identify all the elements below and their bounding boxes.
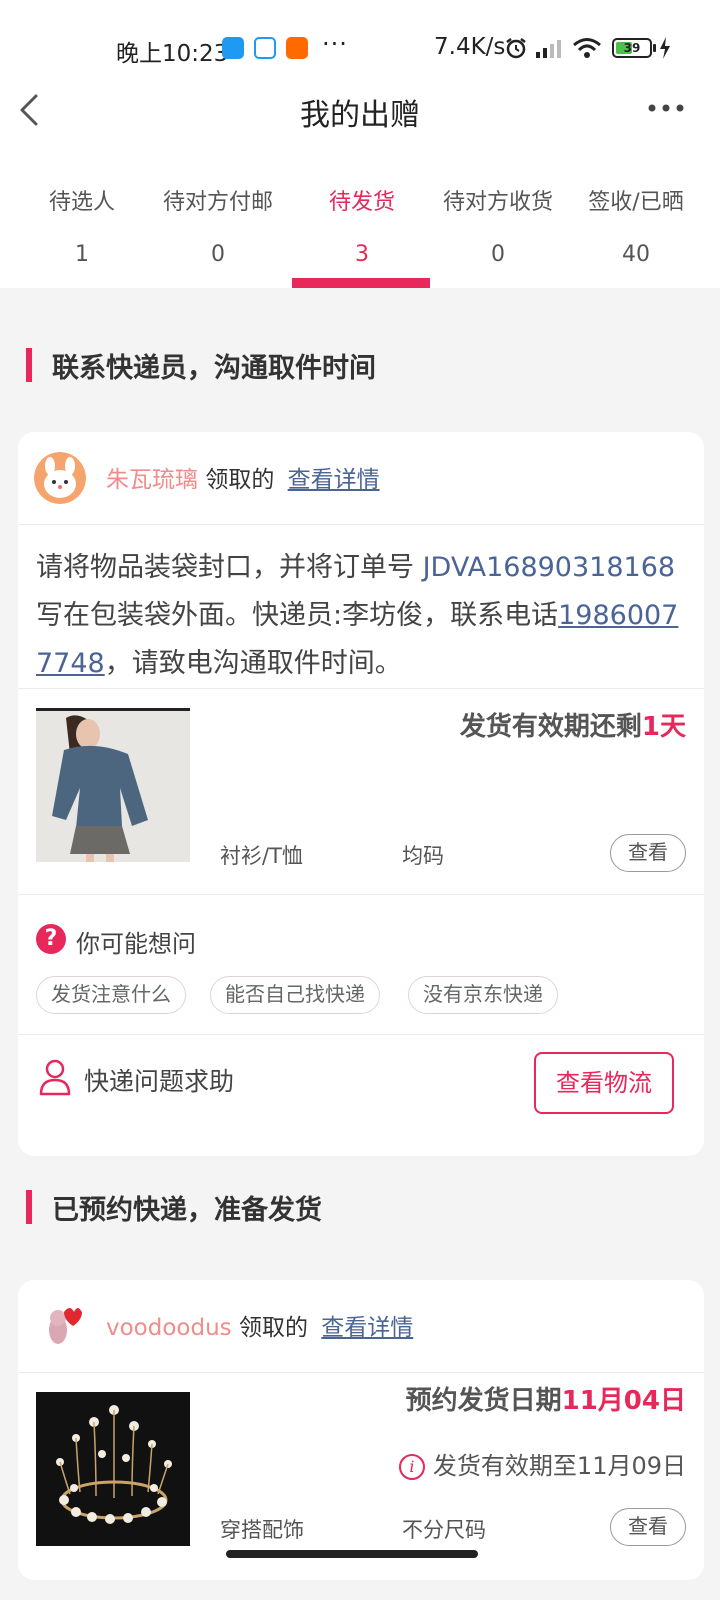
top-navigation-bar: 我的出赠: [0, 66, 720, 156]
battery-level: 39: [623, 41, 641, 55]
reserved-shipping-date: 预约发货日期11月04日: [406, 1380, 686, 1417]
page-title: 我的出赠: [300, 98, 420, 133]
divider: [18, 1034, 704, 1035]
app-notification-icon: [222, 37, 244, 59]
home-indicator[interactable]: [226, 1550, 478, 1558]
faq-chip[interactable]: 没有京东快递: [408, 976, 558, 1014]
section-title: 已预约快递，准备发货: [52, 1195, 322, 1226]
instruction-text: ，请致电沟通取件时间。: [104, 648, 402, 679]
tab-count: 0: [491, 242, 505, 267]
instruction-text: 请将物品装袋封口，并将订单号: [36, 552, 423, 583]
alarm-icon: [506, 38, 526, 59]
status-time: 晚上10:23: [116, 41, 229, 67]
product-image[interactable]: [36, 1392, 190, 1546]
shipping-validity: i 发货有效期至11月09日: [398, 1446, 686, 1481]
more-notifications-icon: ···: [322, 30, 348, 58]
view-product-button[interactable]: 查看: [610, 1508, 686, 1546]
tab-label: 签收/已晒: [588, 190, 684, 215]
section-accent-bar: [26, 348, 32, 382]
recipient-name[interactable]: voodoodus: [106, 1315, 232, 1341]
info-icon: i: [398, 1454, 425, 1480]
product-size: 均码: [402, 844, 444, 868]
avatar[interactable]: [34, 1300, 86, 1352]
divider: [18, 688, 704, 689]
tab-label: 待对方收货: [442, 190, 553, 215]
active-tab-indicator: [292, 278, 430, 288]
product-image[interactable]: [36, 708, 190, 862]
tab-count: 1: [75, 242, 89, 267]
recipient-row: 朱瓦琉璃 领取的 查看详情: [18, 432, 704, 524]
divider: [18, 524, 704, 525]
faq-title: 你可能想问: [76, 930, 196, 958]
recipient-name[interactable]: 朱瓦琉璃: [106, 467, 198, 493]
recipient-line: voodoodus 领取的 查看详情: [106, 1308, 413, 1342]
deadline-days: 1天: [641, 712, 686, 742]
tab-pending-select[interactable]: 待选人 1: [12, 184, 152, 267]
received-label: 领取的: [205, 467, 275, 493]
avatar[interactable]: [34, 452, 86, 504]
tab-pending-postage[interactable]: 待对方付邮 0: [148, 184, 288, 267]
status-tabs: 待选人 1 待对方付邮 0 待发货 3 待对方收货 0 签收/已晒 40: [0, 156, 720, 288]
wifi-icon: [573, 38, 601, 58]
section-accent-bar: [26, 1190, 32, 1224]
recipient-line: 朱瓦琉璃 领取的 查看详情: [106, 460, 380, 494]
tab-count: 3: [355, 242, 369, 267]
person-help-icon: [39, 1059, 71, 1096]
divider: [18, 894, 704, 895]
view-details-link[interactable]: 查看详情: [288, 467, 380, 493]
shipment-card: 朱瓦琉璃 领取的 查看详情 请将物品装袋封口，并将订单号 JDVA1689031…: [18, 432, 704, 1156]
view-product-button[interactable]: 查看: [610, 834, 686, 872]
shipment-card: voodoodus 领取的 查看详情 预约发货日期11月04日 i 发货有效期至…: [18, 1280, 704, 1580]
deadline-label: 发货有效期还剩: [459, 712, 642, 742]
app-notification-icon: [254, 37, 276, 59]
signal-icon: [536, 40, 561, 58]
view-logistics-button[interactable]: 查看物流: [534, 1052, 674, 1114]
battery-icon: 39: [612, 38, 656, 58]
product-size: 不分尺码: [402, 1518, 486, 1542]
received-label: 领取的: [238, 1315, 308, 1341]
more-dots-icon[interactable]: [646, 102, 686, 114]
reserve-label: 预约发货日期: [405, 1386, 562, 1416]
order-number[interactable]: JDVA16890318168: [423, 552, 675, 583]
tab-label: 待发货: [328, 190, 395, 215]
tab-pending-shipment[interactable]: 待发货 3: [292, 184, 432, 267]
divider: [18, 1372, 704, 1373]
validity-text: 发货有效期至11月09日: [432, 1452, 686, 1480]
instruction-text: 写在包装袋外面。快递员:李坊俊，联系电话: [36, 600, 559, 631]
tab-signed-shared[interactable]: 签收/已晒 40: [566, 184, 706, 267]
shipping-deadline: 发货有效期还剩1天: [460, 706, 686, 743]
tab-count: 0: [211, 242, 225, 267]
tab-count: 40: [622, 242, 650, 267]
tab-label: 待选人: [48, 190, 115, 215]
product-category: 衬衫/T恤: [220, 844, 303, 868]
view-details-link[interactable]: 查看详情: [321, 1315, 413, 1341]
courier-help-link[interactable]: 快递问题求助: [84, 1062, 234, 1098]
section-title: 联系快递员，沟通取件时间: [52, 353, 376, 384]
charging-icon: [660, 37, 670, 59]
recipient-row: voodoodus 领取的 查看详情: [18, 1280, 704, 1372]
product-category: 穿搭配饰: [220, 1518, 304, 1542]
question-mark-icon: ?: [36, 924, 66, 954]
reserve-date: 11月04日: [561, 1386, 686, 1416]
network-speed: 7.4K/s: [434, 34, 506, 60]
tab-pending-receipt[interactable]: 待对方收货 0: [428, 184, 568, 267]
faq-chip[interactable]: 能否自己找快递: [210, 976, 380, 1014]
tab-label: 待对方付邮: [162, 190, 273, 215]
faq-chip[interactable]: 发货注意什么: [36, 976, 186, 1014]
taobao-notification-icon: [286, 37, 308, 59]
shipping-instruction: 请将物品装袋封口，并将订单号 JDVA16890318168 写在包装袋外面。快…: [36, 544, 688, 688]
